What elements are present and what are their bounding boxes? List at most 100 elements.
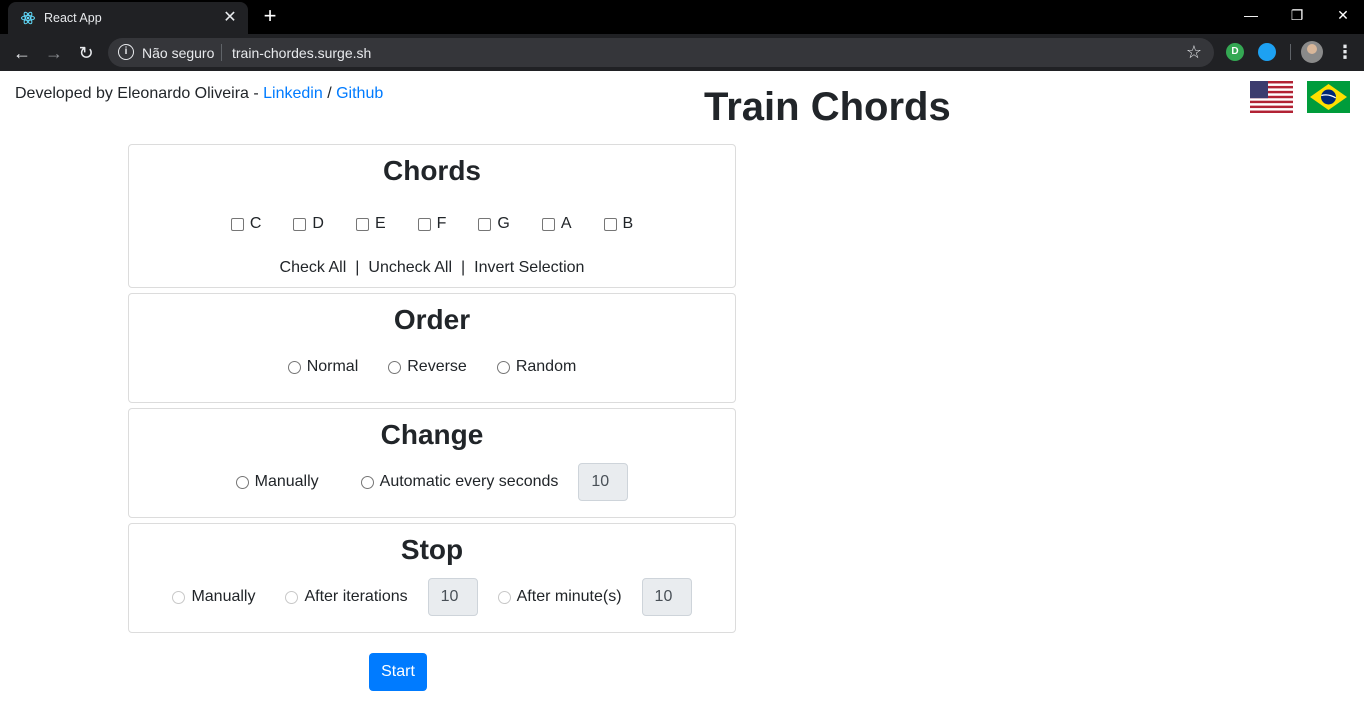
radio[interactable] (287, 360, 301, 374)
checkbox[interactable] (417, 217, 431, 231)
chords-card: Chords C D E F G A B Check All | Uncheck… (128, 144, 736, 288)
checkbox[interactable] (230, 217, 244, 231)
bookmark-star-icon[interactable]: ☆ (1186, 42, 1202, 62)
uncheck-all-button[interactable]: Uncheck All (368, 259, 452, 277)
chord-checkbox-d[interactable]: D (293, 215, 324, 233)
order-heading: Order (393, 304, 471, 335)
invert-selection-button[interactable]: Invert Selection (474, 259, 584, 277)
change-automatic-radio[interactable]: Automatic every seconds (360, 473, 559, 491)
forward-icon[interactable]: → (42, 41, 66, 65)
order-normal-radio[interactable]: Normal (287, 358, 359, 376)
radio[interactable] (172, 590, 186, 604)
react-icon (20, 10, 36, 26)
credit-text: Developed by Eleonardo Oliveira - (15, 85, 264, 102)
checkbox[interactable] (355, 217, 369, 231)
checkbox[interactable] (541, 217, 555, 231)
minimize-icon[interactable]: — (1228, 4, 1274, 26)
radio[interactable] (235, 475, 249, 489)
browser-toolbar: ← → ↻ i Não seguro train-chordes.surge.s… (0, 34, 1364, 71)
chord-label: B (622, 215, 634, 232)
credit-separator: / (322, 85, 337, 102)
stop-heading: Stop (400, 534, 464, 565)
page-content: Developed by Eleonardo Oliveira - Linked… (0, 71, 1364, 727)
change-manual-radio[interactable]: Manually (235, 473, 319, 491)
chord-checkbox-a[interactable]: A (541, 215, 572, 233)
chord-checkbox-row: C D E F G A B (129, 215, 735, 233)
iterations-input[interactable]: 10 (427, 578, 478, 616)
radio-label: Manually (191, 588, 256, 605)
order-reverse-radio[interactable]: Reverse (388, 358, 467, 376)
kebab-menu-icon[interactable]: ⋮ (1336, 41, 1354, 63)
page-title: Train Chords (704, 85, 951, 129)
order-radio-row: Normal Reverse Random (129, 358, 735, 376)
linkedin-link[interactable]: Linkedin (263, 85, 323, 102)
info-icon[interactable]: i (118, 44, 134, 60)
chord-label: E (374, 215, 386, 232)
tab-close-icon[interactable]: ✕ (220, 8, 240, 28)
stop-radio-row: Manually After iterations 10 After minut… (129, 578, 735, 616)
chord-label: G (497, 215, 510, 232)
stop-minutes-radio[interactable]: After minute(s) (497, 588, 622, 606)
stop-iterations-radio[interactable]: After iterations (285, 588, 408, 606)
radio-label: Automatic every seconds (379, 473, 559, 490)
new-tab-icon[interactable]: + (258, 5, 282, 29)
chord-checkbox-c[interactable]: C (230, 215, 262, 233)
chord-label: C (249, 215, 262, 232)
radio-label: Random (515, 358, 577, 375)
url-text[interactable]: train-chordes.surge.sh (232, 45, 371, 61)
stop-manual-radio[interactable]: Manually (172, 588, 255, 606)
chord-checkbox-b[interactable]: B (603, 215, 634, 233)
window-close-icon[interactable]: ✕ (1320, 4, 1364, 26)
radio[interactable] (497, 590, 511, 604)
tab-strip: React App ✕ + — ❐ ✕ (0, 0, 1364, 34)
us-flag-icon[interactable] (1250, 81, 1293, 113)
radio[interactable] (360, 475, 374, 489)
developer-credit: Developed by Eleonardo Oliveira - Linked… (15, 85, 383, 103)
chord-checkbox-f[interactable]: F (417, 215, 447, 233)
extension-icon[interactable]: D (1226, 43, 1244, 61)
reload-icon[interactable]: ↻ (74, 41, 98, 65)
extension-icon[interactable] (1258, 43, 1276, 61)
radio-label: After minute(s) (516, 588, 622, 605)
checkbox[interactable] (478, 217, 492, 231)
action-separator: | (461, 259, 466, 276)
check-all-button[interactable]: Check All (280, 259, 347, 277)
chord-checkbox-g[interactable]: G (478, 215, 510, 233)
radio[interactable] (285, 590, 299, 604)
order-random-radio[interactable]: Random (496, 358, 577, 376)
profile-avatar[interactable] (1301, 41, 1323, 63)
radio-label: Reverse (407, 358, 467, 375)
back-icon[interactable]: ← (10, 41, 34, 65)
security-label: Não seguro (142, 45, 215, 61)
browser-tab[interactable]: React App ✕ (8, 2, 248, 34)
change-radio-row: Manually Automatic every seconds 10 (129, 463, 735, 501)
radio-label: After iterations (304, 588, 408, 605)
change-heading: Change (380, 419, 484, 450)
chord-label: D (312, 215, 324, 232)
brazil-flag-icon[interactable] (1307, 81, 1350, 113)
action-separator: | (355, 259, 360, 276)
github-link[interactable]: Github (336, 85, 383, 102)
address-bar[interactable]: i Não seguro train-chordes.surge.sh ☆ (108, 38, 1214, 67)
radio-label: Manually (254, 473, 319, 490)
tab-title: React App (44, 11, 102, 25)
selection-actions: Check All | Uncheck All | Invert Selecti… (129, 259, 735, 277)
checkbox[interactable] (603, 217, 617, 231)
radio[interactable] (496, 360, 510, 374)
chord-checkbox-e[interactable]: E (355, 215, 386, 233)
stop-card: Stop Manually After iterations 10 After … (128, 523, 736, 633)
minutes-input[interactable]: 10 (641, 578, 692, 616)
chord-label: A (560, 215, 572, 232)
change-card: Change Manually Automatic every seconds … (128, 408, 736, 518)
radio-label: Normal (306, 358, 359, 375)
address-divider (221, 44, 222, 61)
chord-label: F (436, 215, 447, 232)
restore-icon[interactable]: ❐ (1274, 4, 1320, 26)
seconds-input[interactable]: 10 (578, 463, 629, 501)
order-card: Order Normal Reverse Random (128, 293, 736, 403)
toolbar-divider (1290, 44, 1291, 60)
radio[interactable] (388, 360, 402, 374)
checkbox[interactable] (293, 217, 307, 231)
start-button[interactable]: Start (369, 653, 427, 691)
browser-chrome: React App ✕ + — ❐ ✕ ← → ↻ i Não seguro t… (0, 0, 1364, 71)
